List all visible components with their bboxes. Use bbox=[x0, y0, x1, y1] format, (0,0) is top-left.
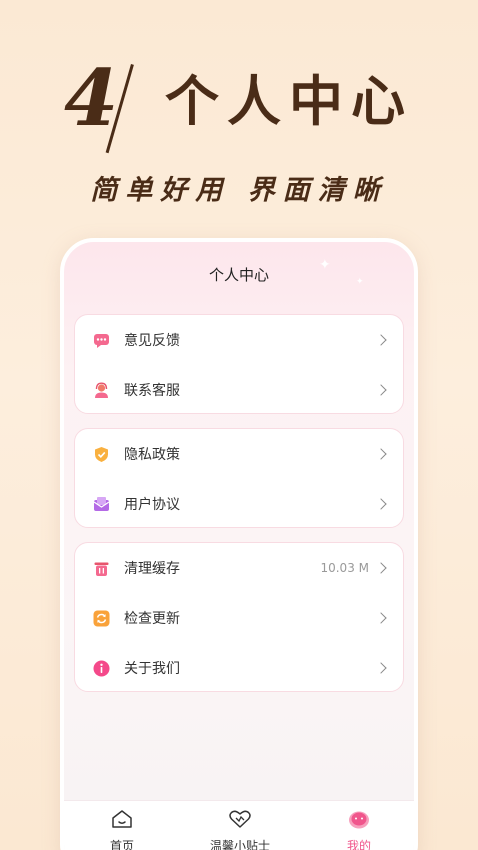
chevron-right-icon bbox=[375, 612, 387, 624]
settings-group-legal: 隐私政策 用户协议 bbox=[74, 428, 404, 528]
chevron-right-icon bbox=[375, 384, 387, 396]
menu-item-privacy-policy[interactable]: 隐私政策 bbox=[75, 429, 403, 479]
info-icon bbox=[93, 660, 110, 677]
menu-item-contact-service[interactable]: 联系客服 bbox=[75, 365, 403, 415]
tab-label: 温馨小贴士 bbox=[209, 839, 270, 850]
home-icon bbox=[111, 809, 133, 833]
menu-item-check-update[interactable]: 检查更新 bbox=[75, 593, 403, 643]
chevron-right-icon bbox=[375, 662, 387, 674]
menu-item-label: 用户协议 bbox=[124, 497, 180, 513]
page-title: 个人中心 bbox=[208, 266, 269, 284]
tab-home[interactable]: 首页 bbox=[77, 809, 167, 850]
menu-item-label: 清理缓存 bbox=[124, 561, 180, 577]
menu-item-label: 隐私政策 bbox=[124, 447, 180, 463]
bottom-tab-bar: 首页 温馨小贴士 我的 bbox=[64, 800, 414, 850]
menu-item-clear-cache[interactable]: 清理缓存 10.03 M bbox=[75, 543, 403, 593]
hero-subtitle: 简单好用 界面清晰 bbox=[90, 175, 388, 206]
chevron-right-icon bbox=[375, 498, 387, 510]
tab-label: 首页 bbox=[109, 839, 134, 850]
customer-service-icon bbox=[93, 381, 110, 399]
chevron-right-icon bbox=[375, 562, 387, 574]
menu-item-label: 联系客服 bbox=[124, 383, 180, 399]
refresh-icon bbox=[93, 610, 110, 627]
menu-item-label: 关于我们 bbox=[124, 661, 180, 677]
profile-icon bbox=[347, 809, 371, 833]
menu-item-user-agreement[interactable]: 用户协议 bbox=[75, 479, 403, 529]
settings-group-app: 清理缓存 10.03 M 检查更新 关于我们 bbox=[74, 542, 404, 692]
chevron-right-icon bbox=[375, 448, 387, 460]
feedback-icon bbox=[93, 332, 110, 349]
tab-label: 我的 bbox=[346, 839, 371, 850]
menu-item-about-us[interactable]: 关于我们 bbox=[75, 643, 403, 693]
menu-item-feedback[interactable]: 意见反馈 bbox=[75, 315, 403, 365]
menu-item-label: 检查更新 bbox=[124, 611, 180, 627]
trash-icon bbox=[93, 560, 110, 577]
tab-tips[interactable]: 温馨小贴士 bbox=[195, 809, 285, 850]
menu-item-label: 意见反馈 bbox=[124, 333, 180, 349]
hero-title: 个人中心 bbox=[165, 70, 413, 133]
envelope-icon bbox=[93, 496, 110, 513]
chevron-right-icon bbox=[375, 334, 387, 346]
heart-icon bbox=[228, 809, 252, 833]
cache-size-value: 10.03 M bbox=[320, 561, 369, 575]
hero-number: 4 bbox=[64, 53, 119, 144]
phone-screen: ✦ ✦ 个人中心 意见反馈 联系客服 隐私政策 用户协议 清理缓存 10.03 … bbox=[60, 238, 418, 850]
settings-group-support: 意见反馈 联系客服 bbox=[74, 314, 404, 414]
shield-check-icon bbox=[93, 446, 110, 463]
tab-mine[interactable]: 我的 bbox=[314, 809, 404, 850]
